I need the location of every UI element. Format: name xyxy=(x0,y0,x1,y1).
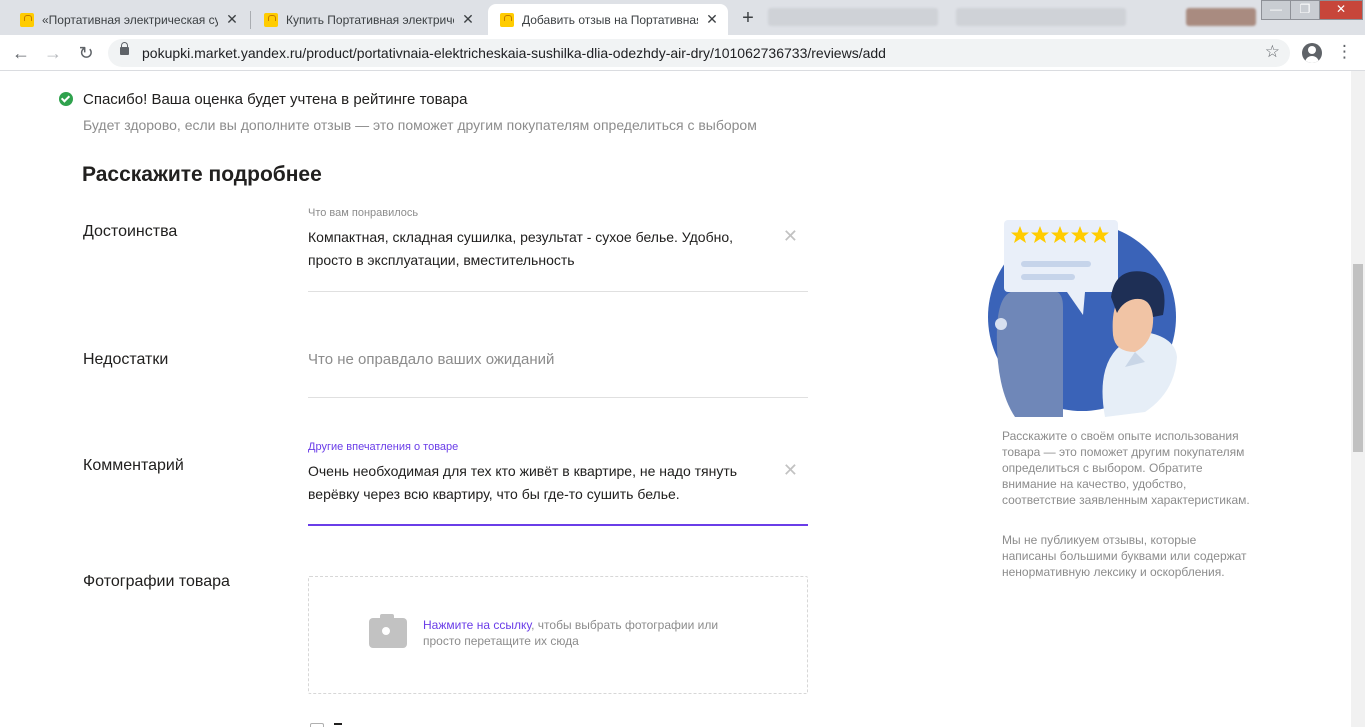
forward-button[interactable]: → xyxy=(40,40,66,66)
disadvantages-field[interactable]: Что не оправдало ваших ожиданий xyxy=(308,331,808,398)
checkbox-label xyxy=(334,723,342,727)
comment-hint: Другие впечатления о товаре xyxy=(308,441,459,453)
url-text[interactable]: pokupki.market.yandex.ru/product/portati… xyxy=(142,45,886,61)
review-page: Спасибо! Ваша оценка будет учтена в рейт… xyxy=(0,71,1351,727)
back-button[interactable]: ← xyxy=(8,40,34,66)
clear-advantages-icon[interactable]: ✕ xyxy=(783,227,798,245)
page-title: Расскажите подробнее xyxy=(82,163,322,186)
comment-label: Комментарий xyxy=(83,457,184,474)
moderation-note: Мы не публикуем отзывы, которые написаны… xyxy=(1002,533,1247,579)
blurred-tab[interactable] xyxy=(956,8,1126,26)
window-close-button[interactable]: ✕ xyxy=(1319,0,1363,20)
photo-dropzone[interactable]: Нажмите на ссылку, чтобы выбрать фотогра… xyxy=(308,576,808,694)
browser-tab-strip: «Портативная электрическая сушилка ✕ Куп… xyxy=(0,0,1365,35)
minimize-button[interactable]: — xyxy=(1261,0,1291,20)
market-favicon-icon xyxy=(500,12,514,27)
checkbox[interactable] xyxy=(310,723,324,727)
tab-close-icon[interactable]: ✕ xyxy=(460,11,476,28)
browser-toolbar: ← → ↻ pokupki.market.yandex.ru/product/p… xyxy=(0,35,1365,71)
new-tab-button[interactable]: + xyxy=(737,7,759,29)
address-bar[interactable]: pokupki.market.yandex.ru/product/portati… xyxy=(108,39,1290,67)
tab-divider xyxy=(250,11,251,29)
disadvantages-placeholder: Что не оправдало ваших ожиданий xyxy=(308,351,555,368)
restore-button[interactable]: ❐ xyxy=(1290,0,1320,20)
confirmation-subtitle: Будет здорово, если вы дополните отзыв —… xyxy=(83,117,757,133)
advantages-field[interactable]: Что вам понравилось Компактная, складная… xyxy=(308,206,808,292)
scrollbar-thumb[interactable] xyxy=(1353,264,1363,452)
tab-title: Добавить отзыв на Портативная xyxy=(522,12,698,27)
tab-product-2[interactable]: Купить Портативная электрическая ✕ xyxy=(252,4,484,35)
tab-close-icon[interactable]: ✕ xyxy=(224,11,240,28)
close-icon: ✕ xyxy=(1335,2,1347,16)
browser-menu-icon[interactable]: ⋮ xyxy=(1336,42,1353,62)
advantages-text[interactable]: Компактная, складная сушилка, результат … xyxy=(308,226,748,272)
comment-text[interactable]: Очень необходимая для тех кто живёт в кв… xyxy=(308,460,748,506)
market-favicon-icon xyxy=(264,12,278,27)
market-favicon-icon xyxy=(20,12,34,27)
camera-icon xyxy=(369,614,407,648)
confirmation-title: Спасибо! Ваша оценка будет учтена в рейт… xyxy=(83,91,468,108)
advantages-hint: Что вам понравилось xyxy=(308,207,419,219)
reload-button[interactable]: ↻ xyxy=(73,40,99,66)
disadvantages-label: Недостатки xyxy=(83,351,169,368)
tab-title: «Портативная электрическая сушилка xyxy=(42,12,218,27)
blurred-tab xyxy=(1186,8,1256,26)
tab-title: Купить Портативная электрическая xyxy=(286,12,454,27)
choose-photos-link[interactable]: Нажмите на ссылку xyxy=(423,618,531,632)
restore-icon: ❐ xyxy=(1299,2,1311,16)
minimize-icon: — xyxy=(1270,2,1282,16)
tab-close-icon[interactable]: ✕ xyxy=(704,11,720,28)
clear-comment-icon[interactable]: ✕ xyxy=(783,461,798,479)
tab-product-1[interactable]: «Портативная электрическая сушилка ✕ xyxy=(8,4,248,35)
blurred-tab[interactable] xyxy=(768,8,938,26)
review-tip: Расскажите о своём опыте использования т… xyxy=(1002,429,1250,507)
profile-avatar-icon[interactable] xyxy=(1302,43,1322,63)
bookmark-star-icon[interactable]: ☆ xyxy=(1265,42,1280,62)
comment-field[interactable]: Другие впечатления о товаре Очень необхо… xyxy=(308,440,808,526)
lock-icon xyxy=(120,42,129,55)
page-scrollbar[interactable] xyxy=(1351,71,1365,727)
advantages-label: Достоинства xyxy=(83,223,178,240)
photos-label: Фотографии товара xyxy=(83,573,230,590)
review-illustration xyxy=(988,220,1177,417)
dropzone-text: Нажмите на ссылку, чтобы выбрать фотогра… xyxy=(423,617,743,649)
check-circle-icon xyxy=(59,92,73,106)
tab-add-review[interactable]: Добавить отзыв на Портативная ✕ xyxy=(488,4,728,35)
